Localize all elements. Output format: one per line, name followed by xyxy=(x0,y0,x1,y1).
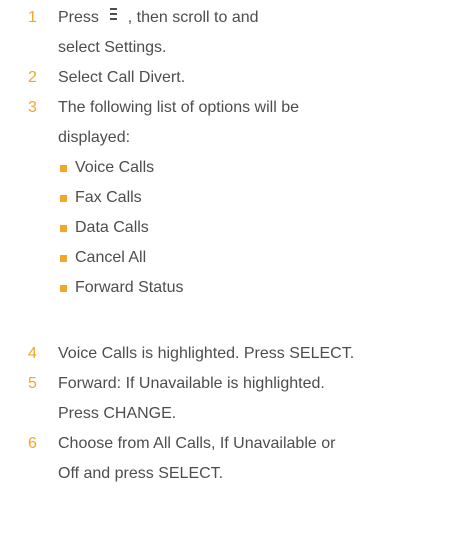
step-line: The following list of options will be xyxy=(58,99,300,116)
step-text-fragment: , then scroll to and xyxy=(123,9,259,26)
options-list: Voice Calls Fax Calls Data Calls Cancel … xyxy=(60,153,440,303)
option-label: Cancel All xyxy=(75,249,147,266)
step-line: Off and press SELECT. xyxy=(58,465,224,482)
step-text: Press , then scroll to and select Settin… xyxy=(58,3,448,63)
step-text: The following list of options will be di… xyxy=(58,93,448,153)
step-line: Select Call Divert. xyxy=(58,69,186,86)
step-number: 3 xyxy=(28,99,37,116)
step-number: 5 xyxy=(28,375,37,392)
step-text: Choose from All Calls, If Unavailable or… xyxy=(58,429,448,489)
step-number: 2 xyxy=(28,69,37,86)
list-item: Cancel All xyxy=(60,243,440,273)
step-line: Press CHANGE. xyxy=(58,405,177,422)
option-label: Voice Calls xyxy=(75,159,155,176)
bullet-icon xyxy=(60,195,67,202)
list-item: Fax Calls xyxy=(60,183,440,213)
menu-icon xyxy=(107,7,121,23)
step-text: Select Call Divert. xyxy=(58,63,448,93)
step-line: Choose from All Calls, If Unavailable or xyxy=(58,435,336,452)
list-item: Data Calls xyxy=(60,213,440,243)
bullet-icon xyxy=(60,225,67,232)
step-line: Forward: If Unavailable is highlighted. xyxy=(58,375,325,392)
bullet-icon xyxy=(60,165,67,172)
step-number: 4 xyxy=(28,345,37,362)
step-number: 1 xyxy=(28,9,37,26)
option-label: Forward Status xyxy=(75,279,184,296)
step-text: Forward: If Unavailable is highlighted. … xyxy=(58,369,448,429)
list-item: Forward Status xyxy=(60,273,440,303)
option-label: Data Calls xyxy=(75,219,149,236)
step-text: Voice Calls is highlighted. Press SELECT… xyxy=(58,339,448,369)
step-line: Voice Calls is highlighted. Press SELECT… xyxy=(58,345,355,362)
step-line: displayed: xyxy=(58,129,131,146)
step-number: 6 xyxy=(28,435,37,452)
bullet-icon xyxy=(60,285,67,292)
step-line: Press , then scroll to and xyxy=(58,3,448,33)
option-label: Fax Calls xyxy=(75,189,142,206)
bullet-icon xyxy=(60,255,67,262)
list-item: Voice Calls xyxy=(60,153,440,183)
step-line: select Settings. xyxy=(58,39,167,56)
step-text-fragment: Press xyxy=(58,9,104,26)
instruction-document: 1 Press , then scroll to and select Sett… xyxy=(0,0,458,559)
